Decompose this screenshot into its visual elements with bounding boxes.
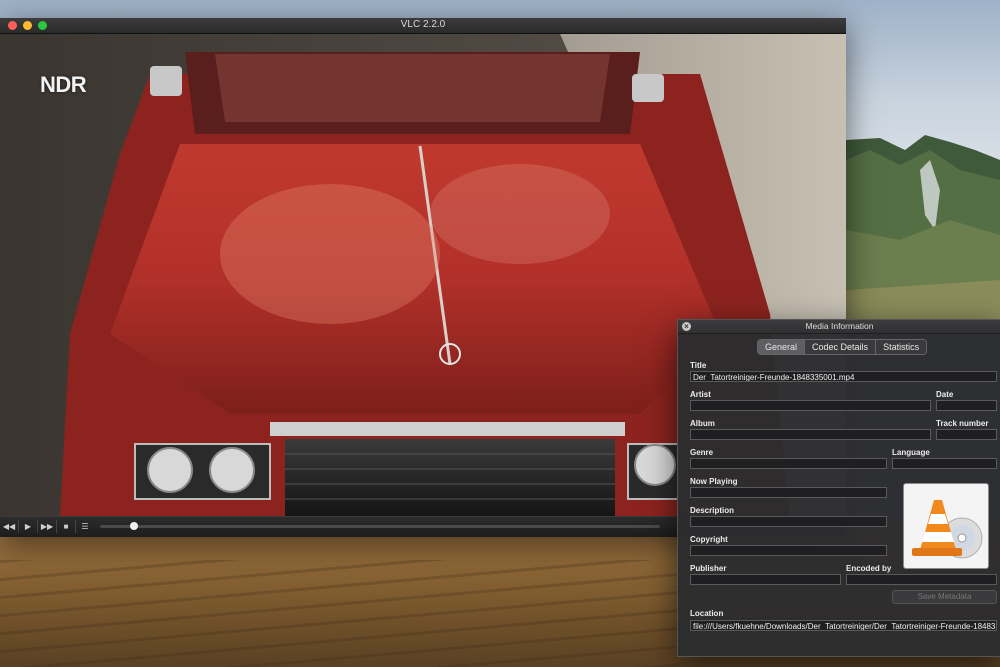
seek-slider-knob[interactable] <box>129 522 138 530</box>
description-label: Description <box>690 506 735 515</box>
date-field[interactable] <box>936 400 997 411</box>
playlist-button[interactable]: ☰ <box>76 519 94 534</box>
rewind-icon: ◀◀ <box>2 522 16 531</box>
now-playing-field[interactable] <box>690 487 887 498</box>
artist-label: Artist <box>690 390 711 399</box>
play-icon: ▶ <box>24 522 32 531</box>
album-label: Album <box>690 419 715 428</box>
tab-codec-details[interactable]: Codec Details <box>805 340 877 354</box>
language-field[interactable] <box>892 458 997 469</box>
description-field[interactable] <box>690 516 887 527</box>
rewind-button[interactable]: ◀◀ <box>0 519 18 534</box>
encoded-by-label: Encoded by <box>846 564 892 573</box>
track-number-label: Track number <box>936 419 989 428</box>
window-title: VLC 2.2.0 <box>400 19 446 30</box>
panel-title: Media Information <box>805 321 874 331</box>
channel-logo: NDR <box>40 72 87 97</box>
vlc-titlebar[interactable]: VLC 2.2.0 <box>0 18 846 34</box>
panel-titlebar[interactable]: × Media Information <box>678 320 1000 334</box>
copyright-field[interactable] <box>690 545 887 556</box>
stop-icon: ■ <box>63 522 69 531</box>
genre-label: Genre <box>690 448 714 457</box>
track-number-field[interactable] <box>936 429 997 440</box>
vlc-cone-cd-icon <box>912 500 983 559</box>
tab-general[interactable]: General <box>758 340 806 354</box>
genre-field[interactable] <box>690 458 887 469</box>
encoded-by-field[interactable] <box>846 574 997 585</box>
now-playing-label: Now Playing <box>690 477 738 486</box>
title-field[interactable]: Der_Tatortreiniger-Freunde-1848335001.mp… <box>690 371 997 382</box>
wallpaper-field-texture <box>0 560 680 667</box>
title-label: Title <box>690 361 707 370</box>
copyright-label: Copyright <box>690 535 728 544</box>
save-metadata-button[interactable]: Save Metadata <box>892 590 997 604</box>
publisher-label: Publisher <box>690 564 727 573</box>
stop-button[interactable]: ■ <box>57 519 75 534</box>
album-field[interactable] <box>690 429 931 440</box>
date-label: Date <box>936 390 954 399</box>
tab-statistics[interactable]: Statistics <box>876 340 927 354</box>
seek-slider[interactable] <box>100 525 660 528</box>
fast-forward-icon: ▶▶ <box>40 522 54 531</box>
location-label: Location <box>690 609 724 618</box>
playlist-icon: ☰ <box>81 522 89 531</box>
fast-forward-button[interactable]: ▶▶ <box>38 519 56 534</box>
language-label: Language <box>892 448 930 457</box>
media-information-panel[interactable]: × Media Information General Codec Detail… <box>677 319 1000 657</box>
album-artwork <box>903 483 989 569</box>
play-button[interactable]: ▶ <box>19 519 37 534</box>
info-tabs: General Codec Details Statistics <box>757 339 928 355</box>
publisher-field[interactable] <box>690 574 841 585</box>
artist-field[interactable] <box>690 400 931 411</box>
location-field[interactable]: file:///Users/fkuehne/Downloads/Der_Tato… <box>690 620 997 631</box>
